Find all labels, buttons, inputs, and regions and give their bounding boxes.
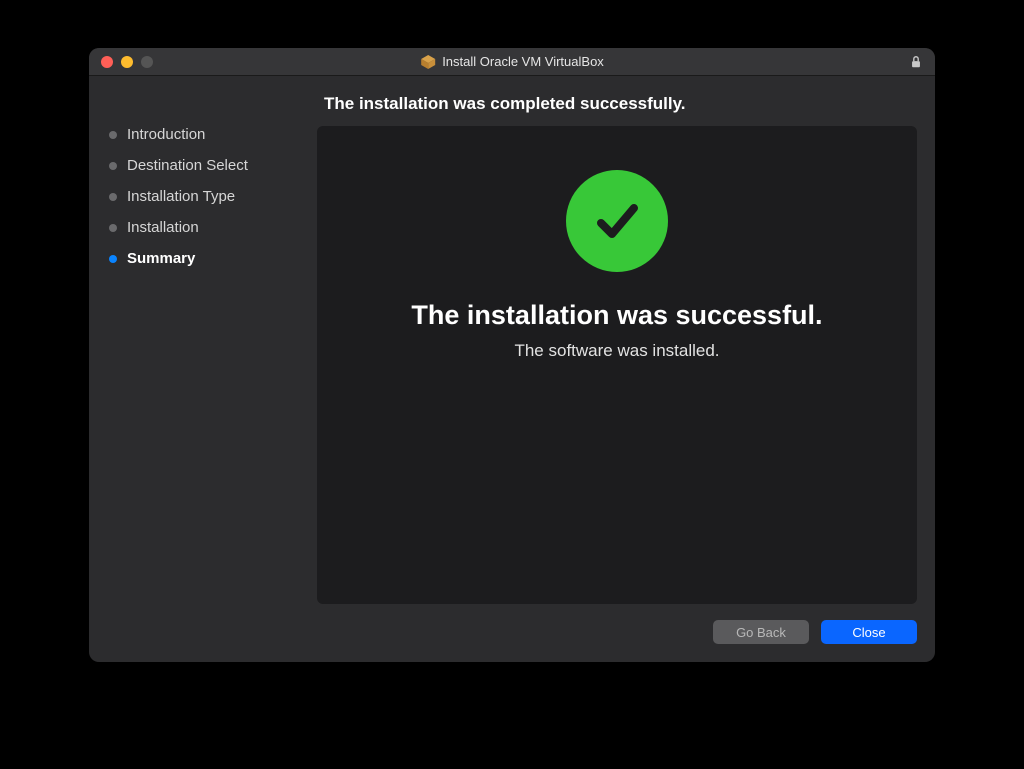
- close-button[interactable]: Close: [821, 620, 917, 644]
- bullet-icon: [109, 224, 117, 232]
- upper-section: The installation was completed successfu…: [89, 76, 935, 604]
- success-title: The installation was successful.: [411, 300, 822, 331]
- go-back-button[interactable]: Go Back: [713, 620, 809, 644]
- bullet-icon: [109, 255, 117, 263]
- titlebar: Install Oracle VM VirtualBox: [89, 48, 935, 76]
- bullet-icon: [109, 131, 117, 139]
- step-label: Destination Select: [127, 157, 248, 174]
- traffic-lights: [101, 56, 153, 68]
- step-label: Introduction: [127, 126, 205, 143]
- step-summary: Summary: [109, 250, 317, 267]
- window-title-group: Install Oracle VM VirtualBox: [420, 54, 604, 70]
- main-row: Introduction Destination Select Installa…: [89, 126, 935, 604]
- bullet-icon: [109, 162, 117, 170]
- close-window-button[interactable]: [101, 56, 113, 68]
- step-installation: Installation: [109, 219, 317, 236]
- window-title: Install Oracle VM VirtualBox: [442, 54, 604, 69]
- footer-buttons: Go Back Close: [89, 604, 935, 662]
- step-introduction: Introduction: [109, 126, 317, 143]
- package-icon: [420, 54, 436, 70]
- bullet-icon: [109, 193, 117, 201]
- zoom-window-button: [141, 56, 153, 68]
- step-installation-type: Installation Type: [109, 188, 317, 205]
- steps-sidebar: Introduction Destination Select Installa…: [97, 126, 317, 604]
- result-panel: The installation was successful. The sof…: [317, 126, 917, 604]
- minimize-window-button[interactable]: [121, 56, 133, 68]
- step-destination-select: Destination Select: [109, 157, 317, 174]
- page-heading: The installation was completed successfu…: [324, 76, 935, 126]
- success-subtitle: The software was installed.: [514, 341, 719, 361]
- step-label: Installation Type: [127, 188, 235, 205]
- step-label: Summary: [127, 250, 195, 267]
- lock-icon: [909, 55, 923, 69]
- success-check-icon: [566, 170, 668, 272]
- step-label: Installation: [127, 219, 199, 236]
- installer-window: Install Oracle VM VirtualBox The install…: [89, 48, 935, 662]
- content-area: The installation was completed successfu…: [89, 76, 935, 662]
